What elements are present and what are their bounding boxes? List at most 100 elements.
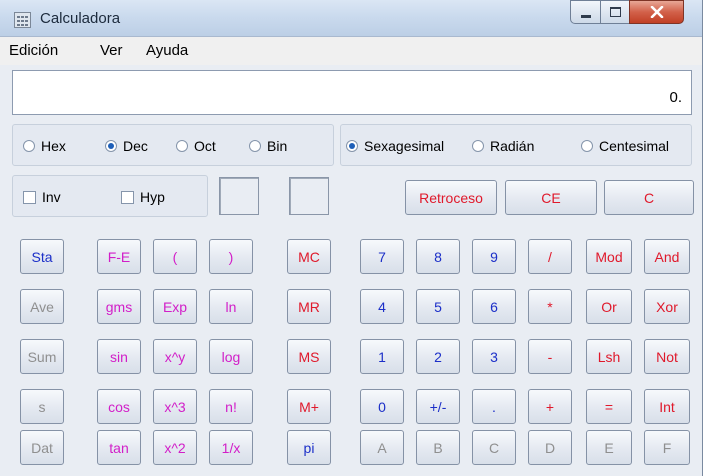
menu-edicion[interactable]: Edición bbox=[9, 42, 58, 59]
radio-centesimal-indicator bbox=[581, 140, 593, 152]
sum-button[interactable]: Sum bbox=[20, 339, 64, 374]
fe-button[interactable]: F-E bbox=[97, 239, 141, 274]
add-button[interactable]: + bbox=[528, 389, 572, 424]
mc-button[interactable]: MC bbox=[287, 239, 331, 274]
key-3[interactable]: 3 bbox=[472, 339, 516, 374]
clear-button[interactable]: C bbox=[604, 180, 694, 215]
gms-button[interactable]: gms bbox=[97, 289, 141, 324]
decimal-button[interactable]: . bbox=[472, 389, 516, 424]
title-bar[interactable]: Calculadora bbox=[0, 0, 702, 37]
dat-button[interactable]: Dat bbox=[20, 430, 64, 465]
subtract-button[interactable]: - bbox=[528, 339, 572, 374]
not-button[interactable]: Not bbox=[644, 339, 690, 374]
key-2[interactable]: 2 bbox=[416, 339, 460, 374]
ln-button[interactable]: ln bbox=[209, 289, 253, 324]
key-8[interactable]: 8 bbox=[416, 239, 460, 274]
key-7[interactable]: 7 bbox=[360, 239, 404, 274]
radio-dec[interactable]: Dec bbox=[105, 138, 148, 154]
radio-hex[interactable]: Hex bbox=[23, 138, 66, 154]
radio-centesimal[interactable]: Centesimal bbox=[581, 138, 669, 154]
radio-centesimal-label: Centesimal bbox=[599, 138, 670, 154]
equals-button[interactable]: = bbox=[586, 389, 632, 424]
mplus-button[interactable]: M+ bbox=[287, 389, 331, 424]
mr-button[interactable]: MR bbox=[287, 289, 331, 324]
radio-bin[interactable]: Bin bbox=[249, 138, 287, 154]
checkbox-inv[interactable]: Inv bbox=[23, 189, 61, 205]
power-button[interactable]: x^y bbox=[153, 339, 197, 374]
close-paren-button[interactable]: ) bbox=[209, 239, 253, 274]
radio-oct[interactable]: Oct bbox=[176, 138, 216, 154]
sign-button[interactable]: +/- bbox=[416, 389, 460, 424]
hex-e-button[interactable]: E bbox=[586, 430, 632, 465]
pi-button[interactable]: pi bbox=[287, 430, 331, 465]
radio-oct-label: Oct bbox=[194, 138, 216, 154]
cube-button[interactable]: x^3 bbox=[153, 389, 197, 424]
close-button[interactable] bbox=[629, 0, 684, 24]
key-6[interactable]: 6 bbox=[472, 289, 516, 324]
radio-sexagesimal-indicator bbox=[346, 140, 358, 152]
maximize-button[interactable] bbox=[600, 0, 630, 24]
open-paren-button[interactable]: ( bbox=[153, 239, 197, 274]
memory-indicator bbox=[289, 177, 329, 215]
checkbox-inv-label: Inv bbox=[42, 189, 61, 205]
radio-sexagesimal[interactable]: Sexagesimal bbox=[346, 138, 444, 154]
or-button[interactable]: Or bbox=[586, 289, 632, 324]
radio-sexagesimal-label: Sexagesimal bbox=[364, 138, 445, 154]
tan-button[interactable]: tan bbox=[97, 430, 141, 465]
s-button[interactable]: s bbox=[20, 389, 64, 424]
angle-unit-group: Sexagesimal Radián Centesimal bbox=[340, 124, 692, 166]
checkbox-hyp-box bbox=[121, 190, 134, 204]
calculator-icon bbox=[14, 12, 31, 28]
key-9[interactable]: 9 bbox=[472, 239, 516, 274]
reciprocal-button[interactable]: 1/x bbox=[209, 430, 253, 465]
ave-button[interactable]: Ave bbox=[20, 289, 64, 324]
menu-bar: Edición Ver Ayuda bbox=[0, 37, 702, 65]
hex-b-button[interactable]: B bbox=[416, 430, 460, 465]
checkbox-hyp[interactable]: Hyp bbox=[121, 189, 165, 205]
key-5[interactable]: 5 bbox=[416, 289, 460, 324]
menu-ayuda[interactable]: Ayuda bbox=[146, 42, 188, 59]
log-button[interactable]: log bbox=[209, 339, 253, 374]
hex-a-button[interactable]: A bbox=[360, 430, 404, 465]
minimize-button[interactable] bbox=[570, 0, 601, 24]
radio-radian[interactable]: Radián bbox=[472, 138, 534, 154]
divide-button[interactable]: / bbox=[528, 239, 572, 274]
cos-button[interactable]: cos bbox=[97, 389, 141, 424]
hex-f-button[interactable]: F bbox=[644, 430, 690, 465]
ms-button[interactable]: MS bbox=[287, 339, 331, 374]
key-4[interactable]: 4 bbox=[360, 289, 404, 324]
square-button[interactable]: x^2 bbox=[153, 430, 197, 465]
lsh-button[interactable]: Lsh bbox=[586, 339, 632, 374]
radio-radian-indicator bbox=[472, 140, 484, 152]
key-0[interactable]: 0 bbox=[360, 389, 404, 424]
backspace-button[interactable]: Retroceso bbox=[405, 180, 497, 215]
key-1[interactable]: 1 bbox=[360, 339, 404, 374]
parenthesis-indicator bbox=[219, 177, 259, 215]
menu-ver[interactable]: Ver bbox=[100, 42, 123, 59]
hex-c-button[interactable]: C bbox=[472, 430, 516, 465]
maximize-icon bbox=[609, 7, 621, 17]
and-button[interactable]: And bbox=[644, 239, 690, 274]
exp-button[interactable]: Exp bbox=[153, 289, 197, 324]
sin-button[interactable]: sin bbox=[97, 339, 141, 374]
xor-button[interactable]: Xor bbox=[644, 289, 690, 324]
close-icon bbox=[650, 6, 663, 18]
radio-dec-label: Dec bbox=[123, 138, 148, 154]
radio-bin-indicator bbox=[249, 140, 261, 152]
int-button[interactable]: Int bbox=[644, 389, 690, 424]
modifier-group: Inv Hyp bbox=[12, 175, 208, 217]
radio-hex-label: Hex bbox=[41, 138, 66, 154]
factorial-button[interactable]: n! bbox=[209, 389, 253, 424]
calculator-window: Calculadora Edición Ver Ayuda 0. Hex Dec bbox=[0, 0, 703, 476]
sta-button[interactable]: Sta bbox=[20, 239, 64, 274]
minimize-icon bbox=[580, 14, 591, 18]
multiply-button[interactable]: * bbox=[528, 289, 572, 324]
checkbox-hyp-label: Hyp bbox=[140, 189, 165, 205]
hex-d-button[interactable]: D bbox=[528, 430, 572, 465]
radio-oct-indicator bbox=[176, 140, 188, 152]
display-field[interactable]: 0. bbox=[12, 70, 692, 115]
mod-button[interactable]: Mod bbox=[586, 239, 632, 274]
window-title: Calculadora bbox=[40, 10, 121, 27]
ce-button[interactable]: CE bbox=[505, 180, 597, 215]
radio-bin-label: Bin bbox=[267, 138, 288, 154]
